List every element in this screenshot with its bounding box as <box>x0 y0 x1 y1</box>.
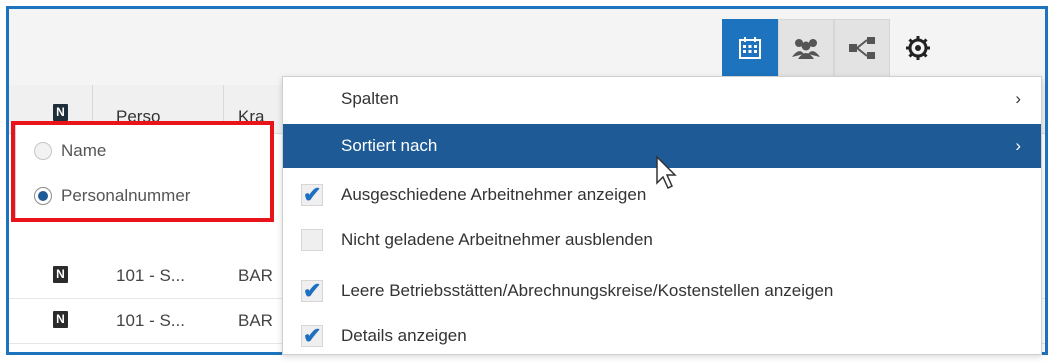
menu-item-details[interactable]: ✔ Details anzeigen <box>283 314 1041 358</box>
menu-item-label: Leere Betriebsstätten/Abrechnungskreise/… <box>341 281 834 300</box>
perso-cell: 101 - S... <box>116 311 185 330</box>
radio-button-selected[interactable] <box>34 187 52 205</box>
toolbar <box>9 9 1045 83</box>
checkbox[interactable]: ✔ <box>301 323 323 348</box>
mouse-cursor-icon <box>656 155 677 190</box>
hierarchy-button[interactable] <box>834 19 890 77</box>
sort-option-label: Personalnummer <box>61 186 191 205</box>
checkmark-icon: ✔ <box>303 278 322 303</box>
menu-item-label: Details anzeigen <box>341 326 467 345</box>
sort-option-name[interactable]: Name <box>34 139 106 163</box>
settings-dropdown-menu: Spalten › Sortiert nach › ✔ Ausgeschiede… <box>282 76 1042 355</box>
checkbox[interactable]: ✔ <box>301 182 323 207</box>
people-button[interactable] <box>778 19 834 77</box>
settings-button[interactable] <box>890 19 946 77</box>
menu-item-spalten[interactable]: Spalten › <box>283 77 1041 121</box>
n-type-icon: N <box>53 104 68 121</box>
menu-item-label: Sortiert nach <box>341 136 438 155</box>
chevron-right-icon: › <box>1015 136 1021 155</box>
gear-icon <box>906 36 930 60</box>
radio-button[interactable] <box>34 142 52 160</box>
sort-option-personalnummer[interactable]: Personalnummer <box>34 184 190 208</box>
people-icon <box>792 39 820 59</box>
hierarchy-icon <box>849 37 875 59</box>
menu-item-label: Ausgeschiedene Arbeitnehmer anzeigen <box>341 185 647 204</box>
chevron-right-icon: › <box>1015 89 1021 108</box>
checkmark-icon: ✔ <box>303 323 322 348</box>
sort-options-submenu: Name Personalnummer <box>15 121 273 221</box>
n-type-icon: N <box>53 311 68 328</box>
menu-item-leere[interactable]: ✔ Leere Betriebsstätten/Abrechnungskreis… <box>283 269 1041 313</box>
checkbox[interactable] <box>301 229 323 251</box>
kra-cell: BAR <box>238 266 273 285</box>
checkbox[interactable]: ✔ <box>301 278 323 303</box>
sort-option-label: Name <box>61 141 107 160</box>
calendar-icon <box>739 37 761 59</box>
menu-item-label: Nicht geladene Arbeitnehmer ausblenden <box>341 230 653 249</box>
menu-item-label: Spalten <box>341 89 399 108</box>
menu-item-nicht-geladene[interactable]: Nicht geladene Arbeitnehmer ausblenden <box>283 218 1041 262</box>
kra-cell: BAR <box>238 311 273 330</box>
perso-cell: 101 - S... <box>116 266 185 285</box>
checkmark-icon: ✔ <box>303 182 322 207</box>
calendar-button[interactable] <box>722 19 778 77</box>
n-type-icon: N <box>53 266 68 283</box>
